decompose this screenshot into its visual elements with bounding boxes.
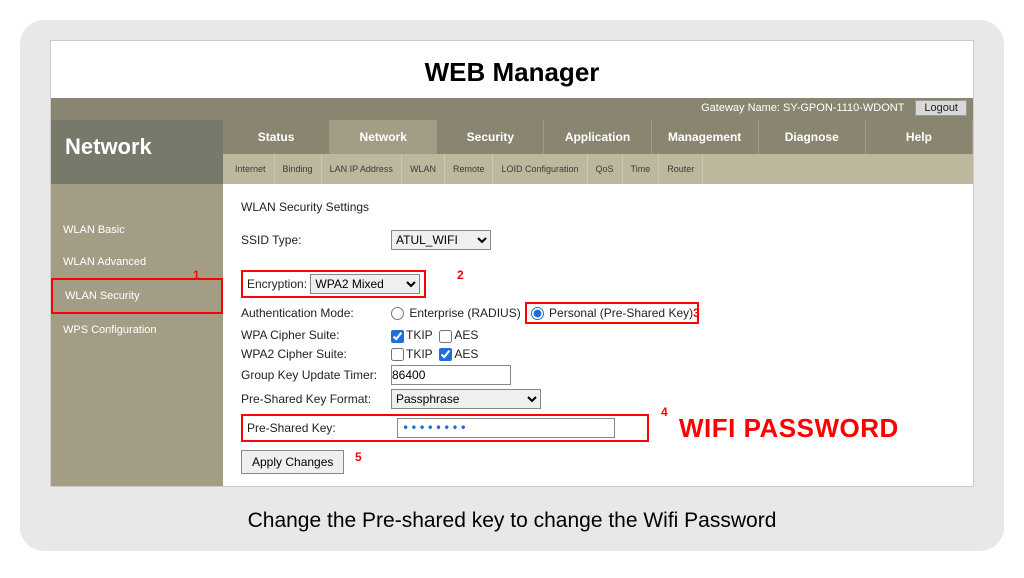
subtab-time[interactable]: Time [623,154,660,184]
wpa-cipher-label: WPA Cipher Suite: [241,328,391,342]
sidebar: WLAN Basic WLAN Advanced WLAN Security W… [51,184,223,486]
tab-security[interactable]: Security [437,120,544,154]
subtab-router[interactable]: Router [659,154,703,184]
psk-input[interactable] [397,418,615,438]
psk-format-label: Pre-Shared Key Format: [241,392,391,406]
gateway-name: Gateway Name: SY-GPON-1110-WDONT [701,102,904,114]
auth-enterprise-option[interactable]: Enterprise (RADIUS) [391,306,521,320]
sub-tabs: Internet Binding LAN IP Address WLAN Rem… [223,154,973,184]
subtab-internet[interactable]: Internet [227,154,275,184]
top-bar: Gateway Name: SY-GPON-1110-WDONT Logout [51,98,973,120]
auth-personal-option[interactable]: Personal (Pre-Shared Key) [531,306,693,320]
wpa2-aes-checkbox[interactable]: AES [439,347,478,361]
ssid-select[interactable]: ATUL_WIFI [391,230,491,250]
group-key-label: Group Key Update Timer: [241,368,391,382]
section-title: WLAN Security Settings [241,200,955,214]
tab-status[interactable]: Status [223,120,330,154]
wpa-aes-checkbox[interactable]: AES [439,328,478,342]
encryption-label: Encryption: [247,277,307,291]
tab-application[interactable]: Application [544,120,651,154]
subtab-binding[interactable]: Binding [275,154,322,184]
annotation-2: 2 [457,268,464,282]
tab-management[interactable]: Management [652,120,759,154]
subtab-remote[interactable]: Remote [445,154,494,184]
page-title: WEB Manager [51,41,973,98]
tab-network[interactable]: Network [330,120,437,154]
subtab-wlan[interactable]: WLAN [402,154,445,184]
group-key-input[interactable] [391,365,511,385]
wifi-password-callout: WIFI PASSWORD [679,413,899,444]
wpa2-cipher-label: WPA2 Cipher Suite: [241,347,391,361]
wpa-tkip-checkbox[interactable]: TKIP [391,328,433,342]
annotation-3: 3 [693,306,700,320]
apply-changes-button[interactable]: Apply Changes [241,450,344,474]
psk-label: Pre-Shared Key: [247,421,389,435]
encryption-select[interactable]: WPA2 Mixed [310,274,420,294]
content-panel: WLAN Security Settings SSID Type: ATUL_W… [223,184,973,486]
sidebar-item-wlan-security[interactable]: WLAN Security [51,278,223,314]
caption-text: Change the Pre-shared key to change the … [20,497,1004,551]
brand-label: Network [51,120,223,184]
annotation-1: 1 [193,268,200,282]
auth-mode-label: Authentication Mode: [241,306,391,320]
sidebar-item-wps-config[interactable]: WPS Configuration [51,314,223,346]
annotation-5: 5 [355,450,362,464]
subtab-qos[interactable]: QoS [588,154,623,184]
psk-format-select[interactable]: Passphrase [391,389,541,409]
wpa2-tkip-checkbox[interactable]: TKIP [391,347,433,361]
ssid-label: SSID Type: [241,233,391,247]
logout-button[interactable]: Logout [915,100,967,116]
subtab-loid[interactable]: LOID Configuration [493,154,587,184]
annotation-4: 4 [661,405,668,419]
sidebar-item-wlan-basic[interactable]: WLAN Basic [51,214,223,246]
subtab-lan-ip[interactable]: LAN IP Address [322,154,402,184]
main-tabs: Status Network Security Application Mana… [223,120,973,154]
tab-diagnose[interactable]: Diagnose [759,120,866,154]
tab-help[interactable]: Help [866,120,973,154]
